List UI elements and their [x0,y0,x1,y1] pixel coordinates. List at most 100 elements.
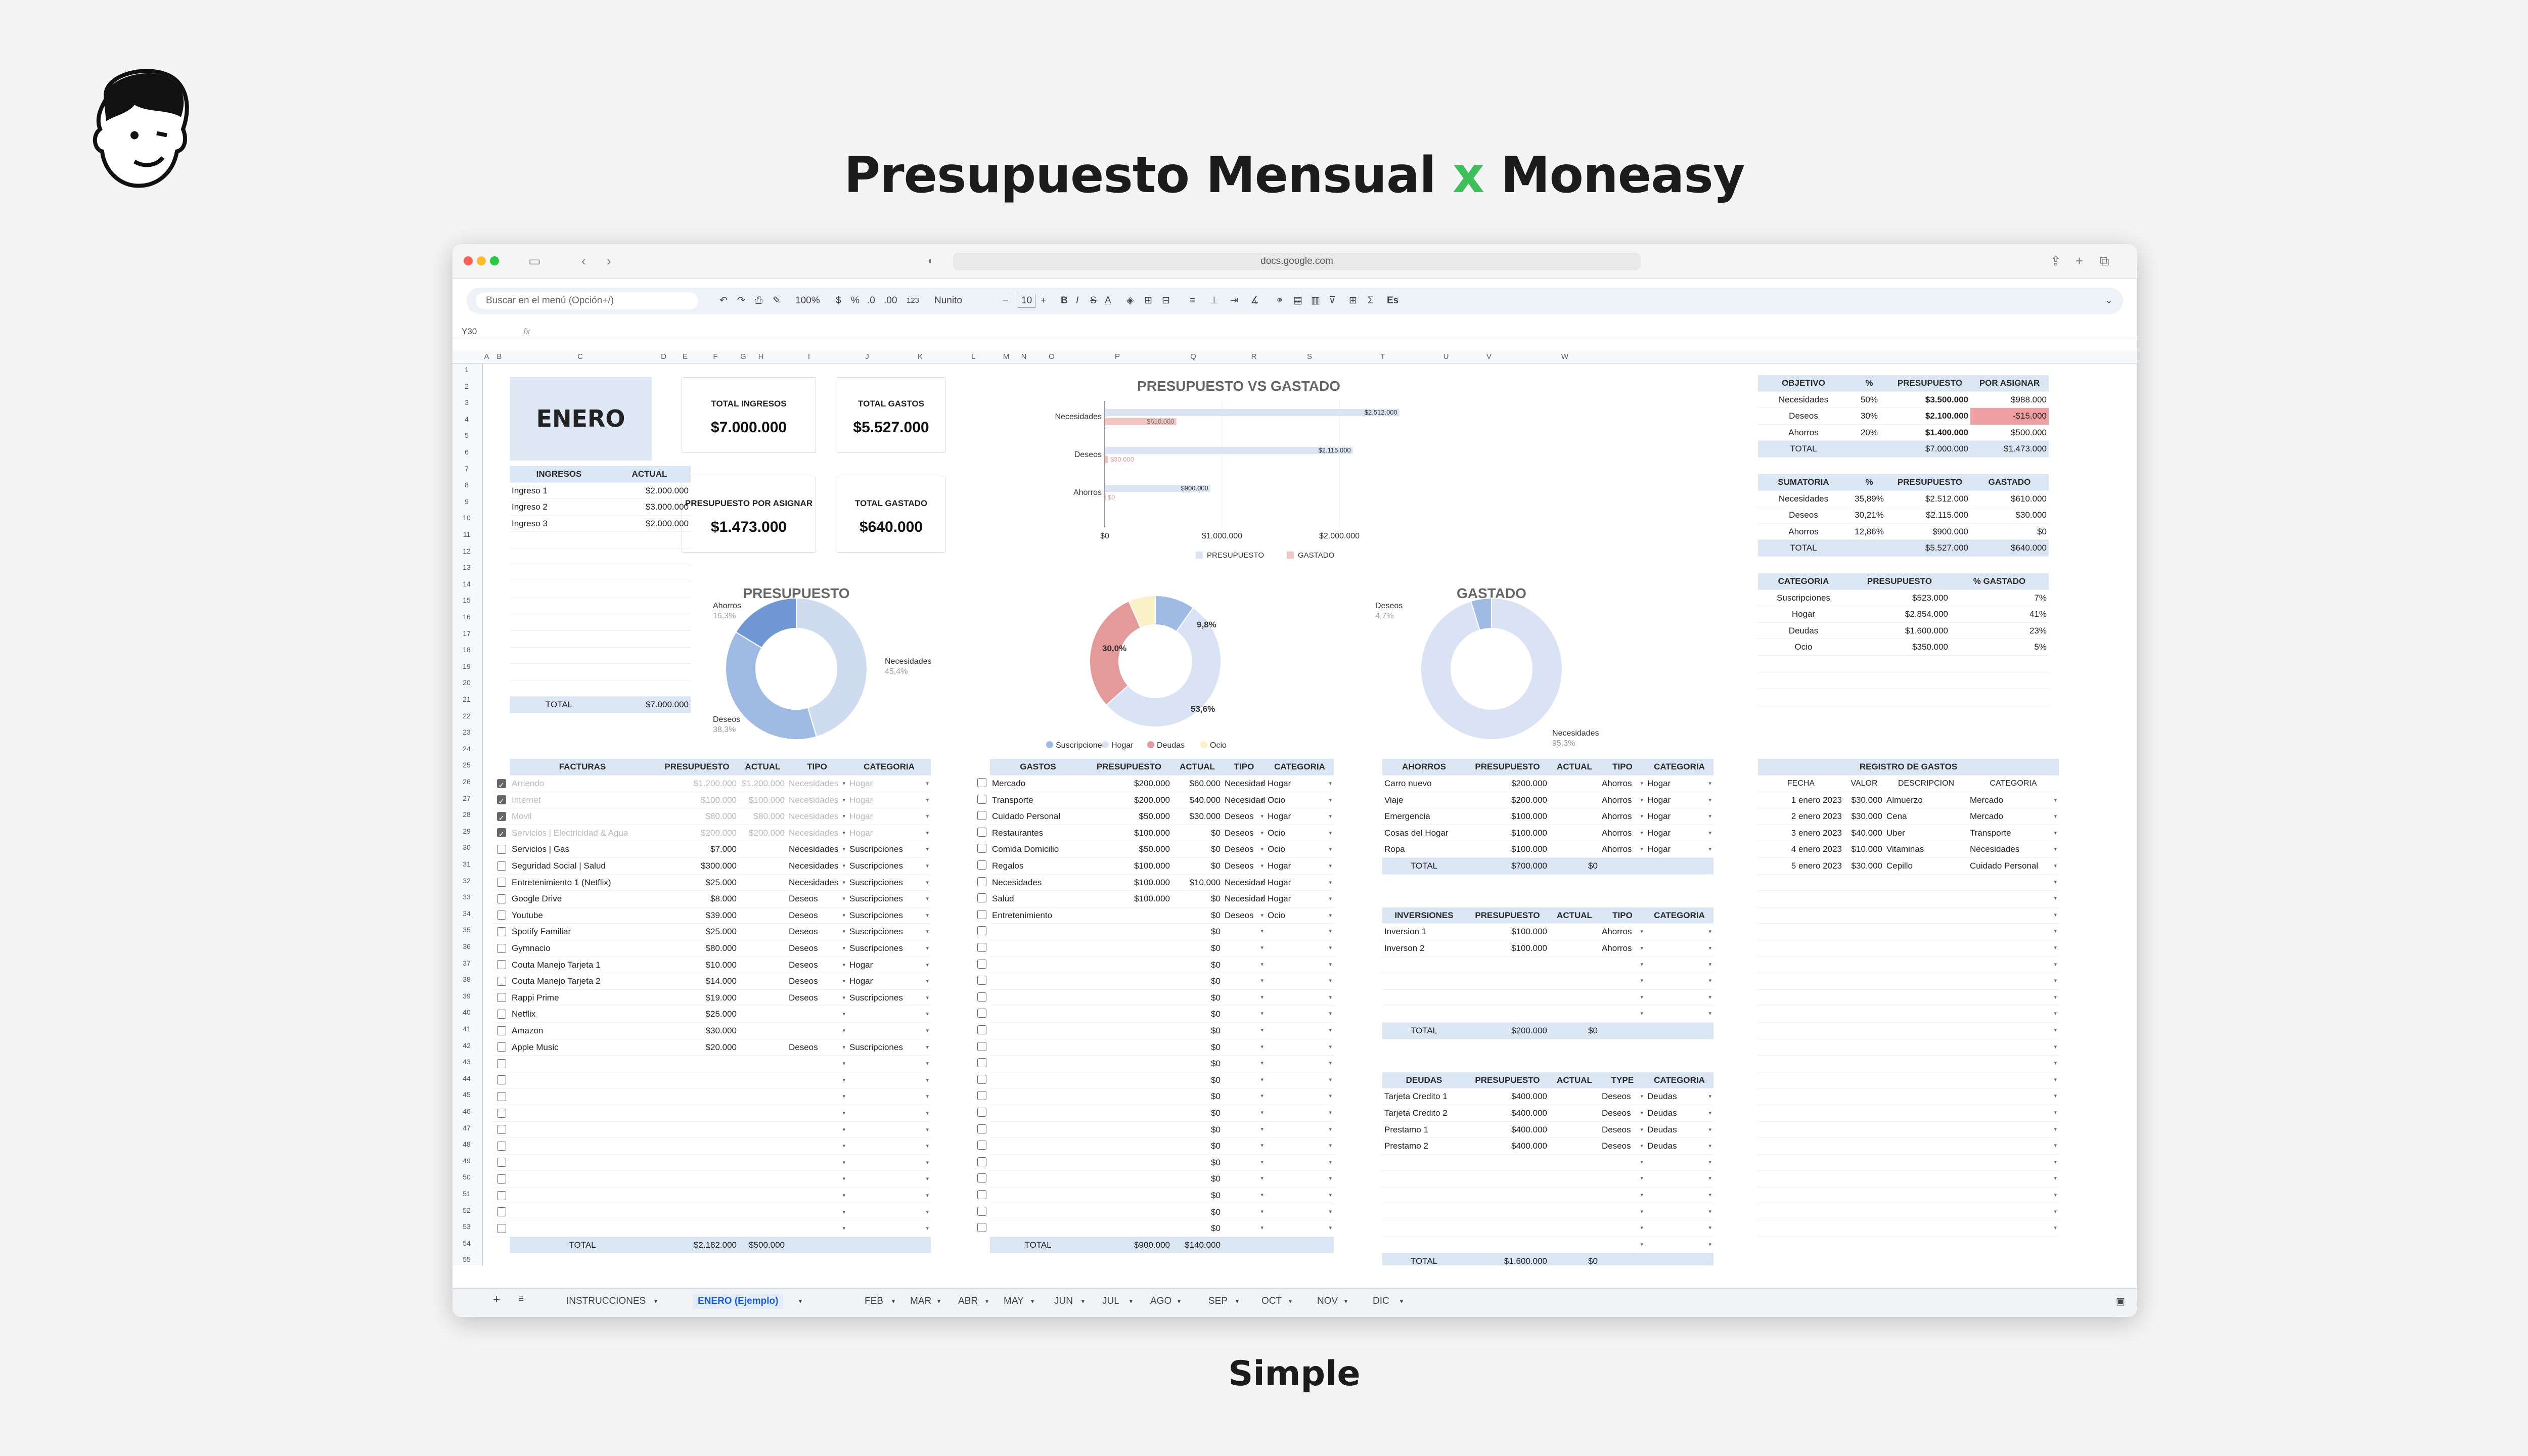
table-cell[interactable]: $200.000 [1466,792,1549,809]
table-cell[interactable]: $50.000 [1086,808,1172,825]
functions-icon[interactable]: Σ [1368,294,1374,307]
column-header[interactable]: C [508,352,652,361]
checkbox-icon[interactable] [496,1141,506,1151]
dropdown-arrow-icon[interactable]: ▾ [2054,944,2057,951]
dropdown-arrow-icon[interactable]: ▾ [1329,858,1332,875]
table-cell[interactable] [739,1155,787,1171]
table-cell[interactable]: Necesidades▾ [787,792,847,809]
table-cell[interactable]: ▾ [847,1006,931,1023]
fill-color-icon[interactable]: ◈ [1126,294,1134,307]
table-cell[interactable]: Suscripciones ▾ [847,990,931,1007]
table-cell[interactable]: Deseos ▾ [1600,1138,1645,1155]
table-cell[interactable] [739,891,787,907]
row-header[interactable]: 25 [453,761,481,769]
table-cell[interactable]: Mercado [990,776,1086,792]
table-cell[interactable]: ▾ [847,1105,931,1122]
share-icon[interactable]: ⇪ [2050,253,2061,268]
checkbox-icon[interactable] [977,877,986,886]
table-cell[interactable]: Necesidades▾ [1223,891,1266,907]
row-header[interactable]: 21 [453,695,481,703]
table-cell[interactable] [739,1220,787,1237]
tab-menu-arrow-icon[interactable]: ▾ [1178,1298,1181,1305]
checkbox-icon[interactable] [496,1091,506,1101]
table-cell[interactable] [739,858,787,875]
dropdown-arrow-icon[interactable]: ▾ [842,907,845,924]
table-cell[interactable]: Necesidades▾ [787,808,847,825]
row-header[interactable]: 15 [453,596,481,604]
dropdown-arrow-icon[interactable]: ▾ [1329,1224,1332,1231]
dropdown-arrow-icon[interactable]: ▾ [1329,928,1332,934]
dropdown-arrow-icon[interactable]: ▾ [926,825,929,842]
table-cell[interactable]: 3 enero 2023 [1758,825,1844,842]
forward-icon[interactable]: › [607,253,611,268]
table-cell[interactable]: $100.000 [739,792,787,809]
new-tab-icon[interactable]: + [2075,253,2083,268]
table-cell[interactable] [739,1006,787,1023]
checkbox-icon[interactable] [977,992,986,1002]
dropdown-arrow-icon[interactable]: ▾ [1640,1105,1643,1122]
table-cell[interactable]: ▾ [847,1138,931,1155]
table-cell[interactable]: Prestamo 1 [1382,1122,1466,1139]
table-cell[interactable] [1549,776,1600,792]
table-cell[interactable]: ▾ [847,1122,931,1139]
table-cell[interactable]: $40.000 [1172,792,1223,809]
row-header[interactable]: 7 [453,465,481,473]
row-header[interactable]: 19 [453,662,481,670]
dropdown-arrow-icon[interactable]: ▾ [1329,875,1332,891]
paint-format-icon[interactable]: ✎ [773,294,781,307]
row-header[interactable]: 10 [453,514,481,522]
table-cell[interactable]: $25.000 [655,875,739,891]
table-cell[interactable]: $0 [1172,957,1223,974]
dropdown-arrow-icon[interactable]: ▾ [926,1138,929,1155]
table-cell[interactable]: Ahorros ▾ [1600,841,1645,858]
table-cell[interactable]: Ingreso 2 [510,499,608,516]
table-cell[interactable]: $0 [1172,1138,1223,1155]
dropdown-arrow-icon[interactable]: ▾ [2054,1093,2057,1099]
table-cell[interactable]: Hogar ▾ [847,957,931,974]
table-cell[interactable]: $523.000 [1849,590,1950,607]
dropdown-arrow-icon[interactable]: ▾ [1640,1224,1643,1231]
dropdown-arrow-icon[interactable]: ▾ [2054,1192,2057,1198]
table-cell[interactable]: 1 enero 2023 [1758,792,1844,809]
dropdown-arrow-icon[interactable]: ▾ [1260,825,1263,842]
dropdown-arrow-icon[interactable]: ▾ [2054,1159,2057,1165]
table-cell[interactable]: Movil [510,808,655,825]
table-cell[interactable]: Couta Manejo Tarjeta 2 [510,973,655,990]
table-cell[interactable]: $10.000 [1844,841,1884,858]
checkbox-icon[interactable] [496,1059,506,1068]
table-cell[interactable]: Ahorros ▾ [1600,924,1645,940]
checkbox-icon[interactable] [977,1173,986,1183]
row-header[interactable]: 51 [453,1190,481,1198]
dropdown-arrow-icon[interactable]: ▾ [926,1088,929,1105]
tab-menu-arrow-icon[interactable]: ▾ [654,1298,657,1305]
column-header[interactable]: F [695,352,736,361]
table-cell[interactable]: $0 [1172,891,1223,907]
table-cell[interactable]: $100.000 [1086,891,1172,907]
table-cell[interactable]: $20.000 [655,1039,739,1056]
dropdown-arrow-icon[interactable]: ▾ [1260,1093,1263,1099]
table-cell[interactable]: $2.100.000 [1889,408,1970,425]
dropdown-arrow-icon[interactable]: ▾ [2054,1060,2057,1066]
row-checkbox[interactable] [493,1006,510,1023]
table-cell[interactable]: $0 [1172,841,1223,858]
row-header[interactable]: 32 [453,877,481,885]
table-cell[interactable] [739,1188,787,1204]
row-header[interactable]: 40 [453,1008,481,1016]
dropdown-arrow-icon[interactable]: ▾ [1329,808,1332,825]
align-horizontal-icon[interactable]: ≡ [1190,294,1195,307]
checkbox-icon[interactable] [977,926,986,936]
row-header[interactable]: 13 [453,563,481,571]
dropdown-arrow-icon[interactable]: ▾ [1260,1175,1263,1181]
row-checkbox[interactable] [493,841,510,858]
table-cell[interactable]: Deseos ▾ [787,1039,847,1056]
sheet-tab[interactable]: JUN [1054,1296,1073,1307]
row-header[interactable]: 12 [453,547,481,555]
row-header[interactable]: 45 [453,1090,481,1099]
row-header[interactable]: 18 [453,646,481,654]
text-color-icon[interactable]: A [1105,294,1111,307]
dropdown-arrow-icon[interactable]: ▾ [1260,1109,1263,1116]
currency-format-button[interactable]: $ [836,294,841,307]
dropdown-arrow-icon[interactable]: ▾ [926,1105,929,1122]
borders-icon[interactable]: ⊞ [1144,294,1152,307]
checkbox-icon[interactable] [977,1091,986,1101]
